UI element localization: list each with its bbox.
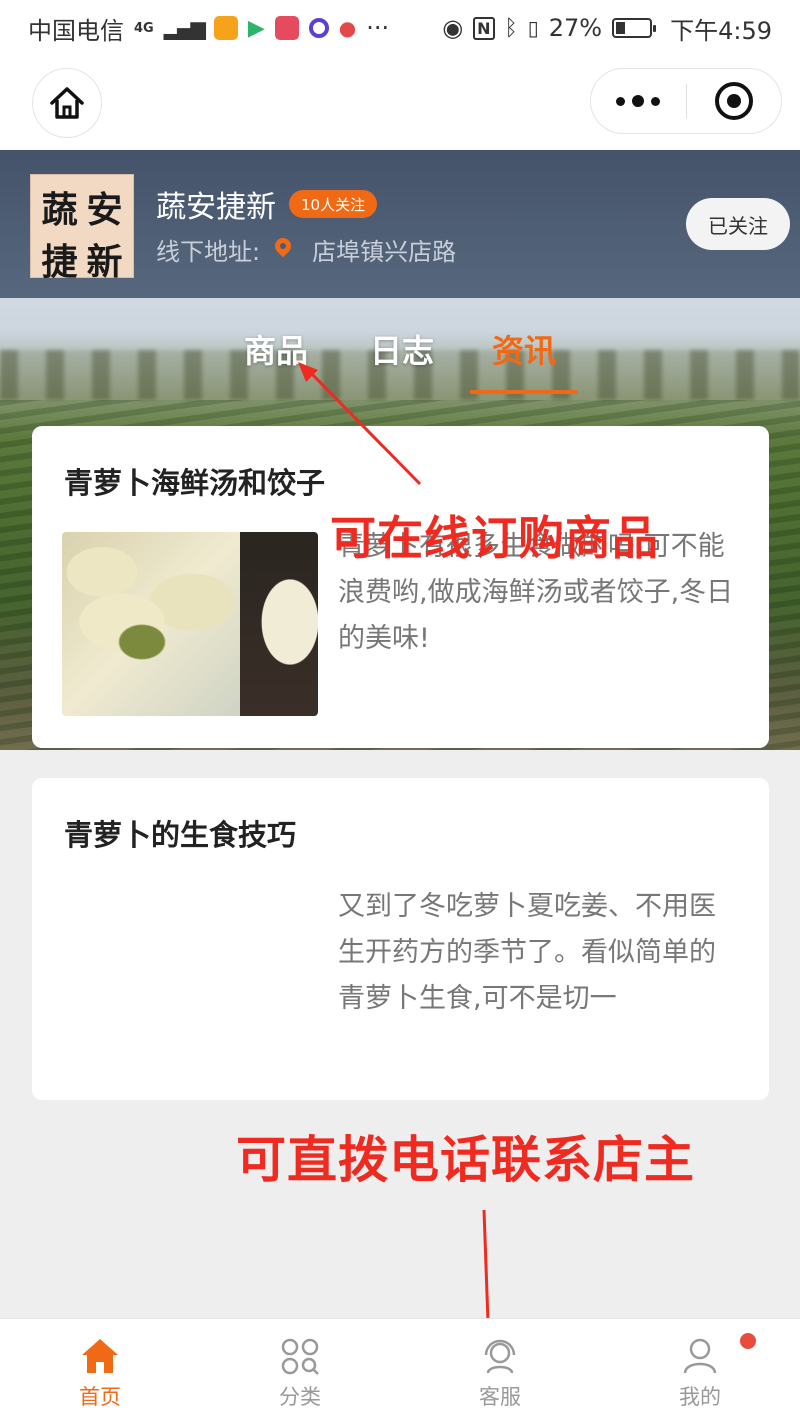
content-tabs: 商品 日志 资讯	[0, 326, 800, 386]
battery-percent: 27%	[548, 14, 603, 42]
tabbar-home[interactable]: 首页	[0, 1319, 200, 1422]
logo-char: 新	[86, 241, 123, 283]
address-value: 店埠镇兴店路	[312, 238, 457, 266]
battery-icon	[612, 18, 657, 38]
tab-goods[interactable]: 商品	[244, 326, 308, 372]
article-excerpt: 又到了冬吃萝卜夏吃姜、不用医生开药方的季节了。看似简单的青萝卜生食,可不是切一	[338, 891, 716, 1014]
shop-info-band: 蔬 安 捷 新 蔬安捷新 10人关注 线下地址: 店埠镇兴店路 已关注	[0, 150, 800, 298]
home-button[interactable]	[32, 68, 102, 138]
tabbar-label: 首页	[79, 1385, 121, 1409]
location-pin-icon	[274, 238, 292, 262]
nfc-icon: N	[473, 16, 495, 40]
shop-address[interactable]: 线下地址: 店埠镇兴店路	[156, 232, 456, 267]
logo-char: 安	[86, 189, 123, 231]
location-app-icon: ●	[338, 16, 357, 40]
followed-button[interactable]: 已关注	[686, 198, 790, 250]
more-status-icon: ···	[366, 14, 390, 42]
nav-bar	[0, 56, 800, 150]
circle-app-icon	[308, 18, 329, 38]
follow-count-badge: 10人关注	[289, 190, 378, 218]
bottom-tab-bar: 首页 分类 客服 我的	[0, 1318, 800, 1422]
article-card[interactable]: 青萝卜的生食技巧 又到了冬吃萝卜夏吃姜、不用医生开药方的季节了。看似简单的青萝卜…	[32, 778, 769, 1100]
status-bar: 中国电信 4G ▂▄▆ ▶ ● ··· ◉ N ᛒ ▯ 27% 下午4:59	[0, 0, 800, 56]
play-icon: ▶	[247, 15, 265, 41]
signal-icon: ▂▄▆	[163, 16, 206, 40]
app-notification-icon	[213, 16, 238, 40]
home-icon	[82, 1339, 118, 1373]
dumpling-closeup-image	[240, 532, 318, 716]
home-outline-icon	[50, 87, 84, 119]
capsule-menu	[590, 68, 782, 134]
shop-name: 蔬安捷新	[156, 190, 276, 225]
network-type: 4G	[134, 20, 154, 36]
active-tab-indicator	[470, 390, 578, 394]
tab-log[interactable]: 日志	[370, 326, 434, 372]
arrow-to-service	[482, 1209, 490, 1323]
vibrate-icon: ▯	[527, 16, 539, 40]
logo-char: 蔬	[41, 189, 78, 231]
tabbar-service[interactable]: 客服	[400, 1319, 600, 1422]
target-icon	[714, 82, 753, 120]
article-title: 青萝卜海鲜汤和饺子	[64, 466, 326, 500]
article-thumbnail	[62, 532, 318, 716]
tab-news[interactable]: 资讯	[492, 326, 556, 372]
video-app-icon	[274, 16, 299, 40]
category-icon	[281, 1338, 319, 1375]
shop-logo: 蔬 安 捷 新	[30, 174, 134, 283]
address-label: 线下地址:	[156, 238, 261, 266]
annotation-order-online: 可在线订购商品	[330, 511, 659, 565]
tabbar-mine[interactable]: 我的	[600, 1319, 800, 1422]
tabbar-label: 分类	[279, 1385, 321, 1409]
customer-service-icon	[484, 1339, 516, 1374]
notification-dot	[740, 1333, 756, 1349]
annotation-call-owner: 可直拨电话联系店主	[236, 1131, 695, 1189]
clock: 下午4:59	[670, 16, 772, 45]
dumplings-image	[62, 532, 240, 716]
logo-char: 捷	[41, 241, 78, 283]
eye-icon: ◉	[442, 14, 464, 42]
carrier-text: 中国电信	[28, 16, 124, 45]
user-icon	[683, 1338, 717, 1374]
dot-icon	[632, 95, 645, 107]
tabbar-label: 客服	[479, 1385, 521, 1409]
tabbar-category[interactable]: 分类	[200, 1319, 400, 1422]
article-title: 青萝卜的生食技巧	[64, 818, 297, 852]
close-miniprogram-button[interactable]	[687, 82, 782, 120]
dot-icon	[651, 96, 661, 106]
more-menu-button[interactable]	[591, 95, 686, 107]
bluetooth-icon: ᛒ	[504, 15, 518, 41]
dot-icon	[616, 96, 626, 106]
article-card[interactable]: 青萝卜海鲜汤和饺子 青萝卜有很多生食做的吗,可不能浪费哟,做成海鲜汤或者饺子,冬…	[32, 426, 769, 748]
tabbar-label: 我的	[679, 1385, 721, 1409]
